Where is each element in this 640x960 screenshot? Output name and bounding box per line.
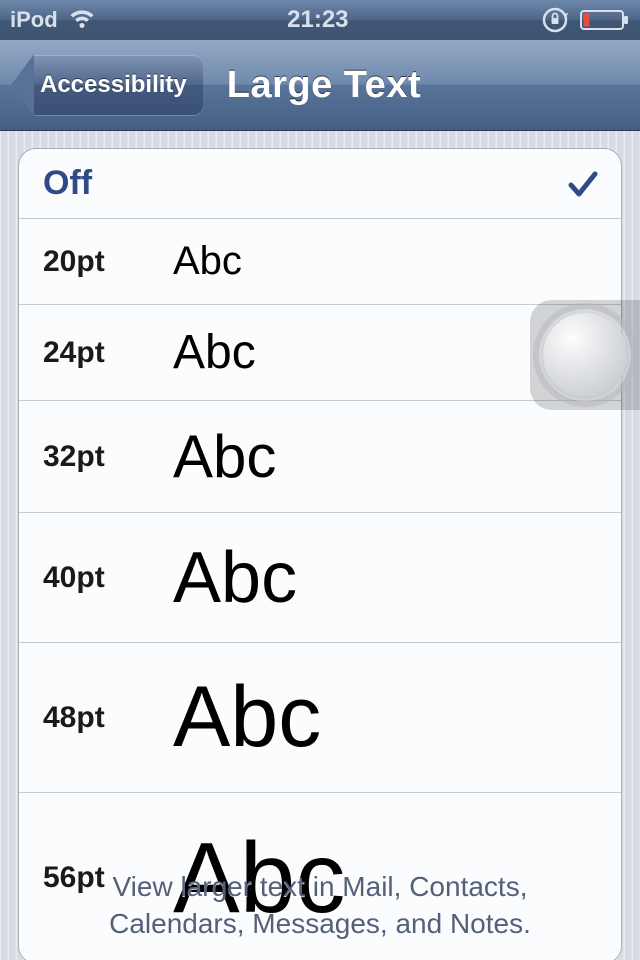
checkmark-icon	[565, 166, 601, 202]
status-bar: iPod 21:23	[0, 0, 640, 40]
option-label: Off	[43, 164, 173, 203]
option-label: 48pt	[43, 701, 173, 735]
nav-bar: Accessibility Large Text	[0, 40, 640, 131]
option-label: 20pt	[43, 245, 173, 279]
footer-line-1: View larger text in Mail, Contacts,	[0, 869, 640, 905]
sample-text: Abc	[173, 668, 321, 767]
page-title: Large Text	[203, 64, 640, 107]
option-label: 40pt	[43, 561, 173, 595]
footer-description: View larger text in Mail, Contacts, Cale…	[0, 869, 640, 942]
back-button-label: Accessibility	[34, 55, 203, 115]
status-time: 21:23	[96, 0, 540, 40]
option-48pt[interactable]: 48pt Abc	[19, 643, 621, 793]
option-20pt[interactable]: 20pt Abc	[19, 219, 621, 305]
sample-text: Abc	[173, 239, 242, 284]
sample-text: Abc	[173, 422, 276, 491]
assistive-touch-icon	[543, 313, 627, 397]
option-32pt[interactable]: 32pt Abc	[19, 401, 621, 513]
back-button[interactable]: Accessibility	[12, 55, 203, 115]
wifi-icon	[68, 10, 96, 30]
sample-text: Abc	[173, 537, 297, 619]
sample-text: Abc	[173, 325, 256, 380]
rotation-lock-icon	[540, 5, 570, 35]
text-size-list: Off 20pt Abc 24pt Abc 32pt Abc 40pt Abc …	[18, 148, 622, 960]
footer-line-2: Calendars, Messages, and Notes.	[0, 906, 640, 942]
battery-low-icon	[580, 9, 630, 31]
device-label: iPod	[0, 0, 58, 40]
option-40pt[interactable]: 40pt Abc	[19, 513, 621, 643]
option-off[interactable]: Off	[19, 149, 621, 219]
option-label: 24pt	[43, 336, 173, 370]
assistive-touch-button[interactable]	[530, 300, 640, 410]
option-label: 32pt	[43, 440, 173, 474]
